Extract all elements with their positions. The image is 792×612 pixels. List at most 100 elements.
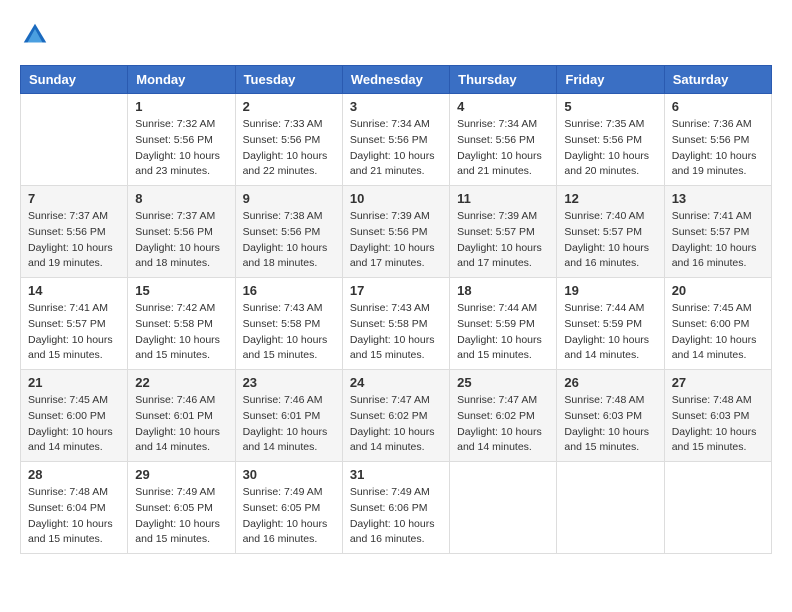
day-info: Sunrise: 7:34 AMSunset: 5:56 PMDaylight:… xyxy=(350,117,442,180)
day-info: Sunrise: 7:44 AMSunset: 5:59 PMDaylight:… xyxy=(564,301,656,364)
day-info: Sunrise: 7:45 AMSunset: 6:00 PMDaylight:… xyxy=(672,301,764,364)
calendar-cell: 15 Sunrise: 7:42 AMSunset: 5:58 PMDaylig… xyxy=(128,278,235,370)
day-info: Sunrise: 7:47 AMSunset: 6:02 PMDaylight:… xyxy=(457,393,549,456)
day-info: Sunrise: 7:47 AMSunset: 6:02 PMDaylight:… xyxy=(350,393,442,456)
day-number: 27 xyxy=(672,375,764,390)
calendar-cell: 17 Sunrise: 7:43 AMSunset: 5:58 PMDaylig… xyxy=(342,278,449,370)
day-info: Sunrise: 7:34 AMSunset: 5:56 PMDaylight:… xyxy=(457,117,549,180)
calendar-cell: 11 Sunrise: 7:39 AMSunset: 5:57 PMDaylig… xyxy=(450,186,557,278)
day-info: Sunrise: 7:42 AMSunset: 5:58 PMDaylight:… xyxy=(135,301,227,364)
calendar-cell: 18 Sunrise: 7:44 AMSunset: 5:59 PMDaylig… xyxy=(450,278,557,370)
calendar-cell: 8 Sunrise: 7:37 AMSunset: 5:56 PMDayligh… xyxy=(128,186,235,278)
header-thursday: Thursday xyxy=(450,66,557,94)
day-info: Sunrise: 7:43 AMSunset: 5:58 PMDaylight:… xyxy=(243,301,335,364)
day-number: 22 xyxy=(135,375,227,390)
day-number: 8 xyxy=(135,191,227,206)
calendar-cell xyxy=(450,462,557,554)
calendar-cell: 20 Sunrise: 7:45 AMSunset: 6:00 PMDaylig… xyxy=(664,278,771,370)
day-info: Sunrise: 7:46 AMSunset: 6:01 PMDaylight:… xyxy=(135,393,227,456)
calendar-cell: 2 Sunrise: 7:33 AMSunset: 5:56 PMDayligh… xyxy=(235,94,342,186)
logo-icon xyxy=(20,20,50,50)
day-number: 25 xyxy=(457,375,549,390)
day-number: 18 xyxy=(457,283,549,298)
day-info: Sunrise: 7:38 AMSunset: 5:56 PMDaylight:… xyxy=(243,209,335,272)
day-info: Sunrise: 7:41 AMSunset: 5:57 PMDaylight:… xyxy=(28,301,120,364)
day-number: 11 xyxy=(457,191,549,206)
day-number: 24 xyxy=(350,375,442,390)
calendar-cell: 26 Sunrise: 7:48 AMSunset: 6:03 PMDaylig… xyxy=(557,370,664,462)
day-info: Sunrise: 7:35 AMSunset: 5:56 PMDaylight:… xyxy=(564,117,656,180)
header-monday: Monday xyxy=(128,66,235,94)
day-info: Sunrise: 7:43 AMSunset: 5:58 PMDaylight:… xyxy=(350,301,442,364)
calendar-cell: 10 Sunrise: 7:39 AMSunset: 5:56 PMDaylig… xyxy=(342,186,449,278)
day-info: Sunrise: 7:36 AMSunset: 5:56 PMDaylight:… xyxy=(672,117,764,180)
calendar-cell: 7 Sunrise: 7:37 AMSunset: 5:56 PMDayligh… xyxy=(21,186,128,278)
day-number: 1 xyxy=(135,99,227,114)
day-number: 2 xyxy=(243,99,335,114)
day-number: 3 xyxy=(350,99,442,114)
calendar-week-4: 21 Sunrise: 7:45 AMSunset: 6:00 PMDaylig… xyxy=(21,370,772,462)
calendar-week-1: 1 Sunrise: 7:32 AMSunset: 5:56 PMDayligh… xyxy=(21,94,772,186)
day-number: 15 xyxy=(135,283,227,298)
day-number: 5 xyxy=(564,99,656,114)
day-number: 7 xyxy=(28,191,120,206)
day-info: Sunrise: 7:49 AMSunset: 6:05 PMDaylight:… xyxy=(135,485,227,548)
page-header xyxy=(20,20,772,50)
day-number: 16 xyxy=(243,283,335,298)
header-sunday: Sunday xyxy=(21,66,128,94)
day-number: 30 xyxy=(243,467,335,482)
calendar-cell: 21 Sunrise: 7:45 AMSunset: 6:00 PMDaylig… xyxy=(21,370,128,462)
calendar-cell xyxy=(664,462,771,554)
day-number: 9 xyxy=(243,191,335,206)
calendar-cell: 1 Sunrise: 7:32 AMSunset: 5:56 PMDayligh… xyxy=(128,94,235,186)
calendar-header-row: SundayMondayTuesdayWednesdayThursdayFrid… xyxy=(21,66,772,94)
day-info: Sunrise: 7:48 AMSunset: 6:03 PMDaylight:… xyxy=(672,393,764,456)
header-wednesday: Wednesday xyxy=(342,66,449,94)
calendar-cell: 23 Sunrise: 7:46 AMSunset: 6:01 PMDaylig… xyxy=(235,370,342,462)
day-info: Sunrise: 7:48 AMSunset: 6:04 PMDaylight:… xyxy=(28,485,120,548)
day-number: 17 xyxy=(350,283,442,298)
logo xyxy=(20,20,54,50)
day-number: 13 xyxy=(672,191,764,206)
calendar-cell: 25 Sunrise: 7:47 AMSunset: 6:02 PMDaylig… xyxy=(450,370,557,462)
day-number: 29 xyxy=(135,467,227,482)
day-info: Sunrise: 7:49 AMSunset: 6:05 PMDaylight:… xyxy=(243,485,335,548)
day-info: Sunrise: 7:33 AMSunset: 5:56 PMDaylight:… xyxy=(243,117,335,180)
calendar-cell: 19 Sunrise: 7:44 AMSunset: 5:59 PMDaylig… xyxy=(557,278,664,370)
calendar-cell: 22 Sunrise: 7:46 AMSunset: 6:01 PMDaylig… xyxy=(128,370,235,462)
calendar-cell: 29 Sunrise: 7:49 AMSunset: 6:05 PMDaylig… xyxy=(128,462,235,554)
day-info: Sunrise: 7:32 AMSunset: 5:56 PMDaylight:… xyxy=(135,117,227,180)
calendar-cell: 28 Sunrise: 7:48 AMSunset: 6:04 PMDaylig… xyxy=(21,462,128,554)
header-saturday: Saturday xyxy=(664,66,771,94)
day-number: 28 xyxy=(28,467,120,482)
calendar-cell: 16 Sunrise: 7:43 AMSunset: 5:58 PMDaylig… xyxy=(235,278,342,370)
day-number: 14 xyxy=(28,283,120,298)
calendar-cell: 24 Sunrise: 7:47 AMSunset: 6:02 PMDaylig… xyxy=(342,370,449,462)
day-info: Sunrise: 7:37 AMSunset: 5:56 PMDaylight:… xyxy=(28,209,120,272)
calendar-cell: 6 Sunrise: 7:36 AMSunset: 5:56 PMDayligh… xyxy=(664,94,771,186)
day-info: Sunrise: 7:39 AMSunset: 5:56 PMDaylight:… xyxy=(350,209,442,272)
day-number: 6 xyxy=(672,99,764,114)
day-info: Sunrise: 7:37 AMSunset: 5:56 PMDaylight:… xyxy=(135,209,227,272)
calendar-cell: 27 Sunrise: 7:48 AMSunset: 6:03 PMDaylig… xyxy=(664,370,771,462)
day-info: Sunrise: 7:45 AMSunset: 6:00 PMDaylight:… xyxy=(28,393,120,456)
calendar-cell xyxy=(21,94,128,186)
header-tuesday: Tuesday xyxy=(235,66,342,94)
calendar-cell: 12 Sunrise: 7:40 AMSunset: 5:57 PMDaylig… xyxy=(557,186,664,278)
day-info: Sunrise: 7:44 AMSunset: 5:59 PMDaylight:… xyxy=(457,301,549,364)
day-number: 10 xyxy=(350,191,442,206)
calendar-cell: 3 Sunrise: 7:34 AMSunset: 5:56 PMDayligh… xyxy=(342,94,449,186)
day-number: 20 xyxy=(672,283,764,298)
calendar-cell xyxy=(557,462,664,554)
calendar-cell: 4 Sunrise: 7:34 AMSunset: 5:56 PMDayligh… xyxy=(450,94,557,186)
day-number: 4 xyxy=(457,99,549,114)
day-number: 23 xyxy=(243,375,335,390)
header-friday: Friday xyxy=(557,66,664,94)
calendar-cell: 31 Sunrise: 7:49 AMSunset: 6:06 PMDaylig… xyxy=(342,462,449,554)
calendar-cell: 14 Sunrise: 7:41 AMSunset: 5:57 PMDaylig… xyxy=(21,278,128,370)
calendar-cell: 30 Sunrise: 7:49 AMSunset: 6:05 PMDaylig… xyxy=(235,462,342,554)
calendar-week-3: 14 Sunrise: 7:41 AMSunset: 5:57 PMDaylig… xyxy=(21,278,772,370)
day-number: 31 xyxy=(350,467,442,482)
day-number: 26 xyxy=(564,375,656,390)
calendar-week-5: 28 Sunrise: 7:48 AMSunset: 6:04 PMDaylig… xyxy=(21,462,772,554)
